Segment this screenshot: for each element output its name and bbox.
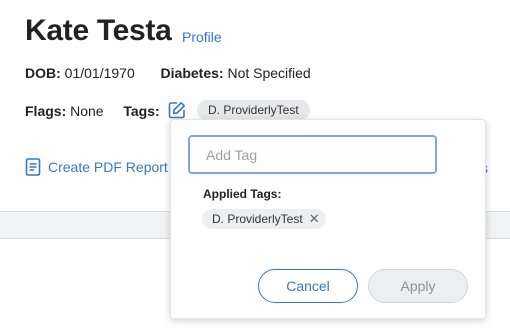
tag-chip: D. ProviderlyTest: [197, 100, 310, 120]
flags-tags-row: Flags: None Tags:: [25, 103, 160, 119]
cancel-button[interactable]: Cancel: [258, 269, 358, 303]
patient-info-row: DOB: 01/01/1970 Diabetes: Not Specified: [25, 65, 311, 81]
tag-popover: Applied Tags: D. ProviderlyTest✕ Cancel …: [170, 119, 486, 319]
diabetes-value: Not Specified: [227, 65, 311, 81]
applied-tag-label: D. ProviderlyTest: [212, 212, 303, 226]
remove-tag-icon[interactable]: ✕: [309, 209, 320, 229]
profile-link[interactable]: Profile: [182, 29, 222, 45]
create-pdf-report-link[interactable]: Create PDF Report: [25, 158, 168, 176]
patient-name: Kate Testa: [25, 14, 172, 47]
dob-label: DOB:: [25, 65, 61, 81]
diabetes-label: Diabetes:: [160, 65, 224, 81]
tags-label: Tags:: [123, 103, 160, 119]
flags-value: None: [70, 103, 104, 119]
create-pdf-report-label: Create PDF Report: [48, 159, 168, 175]
document-icon: [25, 158, 41, 176]
applied-tag-chip: D. ProviderlyTest ✕: [202, 209, 326, 229]
flags-label: Flags:: [25, 103, 67, 119]
dob-value: 01/01/1970: [64, 65, 135, 81]
apply-button[interactable]: Apply: [368, 269, 468, 303]
applied-tags-label: Applied Tags:: [203, 187, 282, 201]
edit-tags-icon[interactable]: [168, 101, 186, 119]
add-tag-input[interactable]: [188, 135, 437, 174]
